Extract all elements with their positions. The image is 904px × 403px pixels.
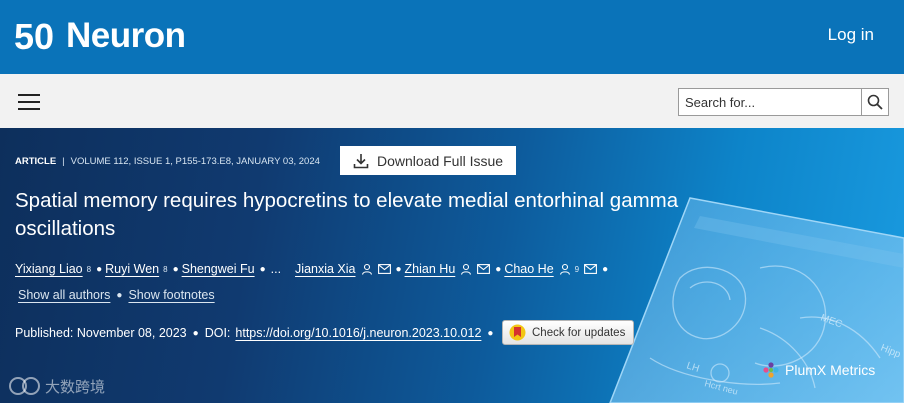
nav-bar <box>0 74 904 128</box>
author-link[interactable]: Zhian Hu <box>405 262 456 276</box>
doi-link[interactable]: https://doi.org/10.1016/j.neuron.2023.10… <box>235 326 481 340</box>
doi-label: DOI: <box>204 326 231 340</box>
logo-text: Neuron <box>66 16 186 55</box>
email-icon[interactable] <box>584 264 598 274</box>
author-separator: ● <box>172 263 179 275</box>
author-separator: ● <box>259 263 266 275</box>
author-separator: ● <box>96 263 103 275</box>
plumx-metrics-link[interactable]: PlumX Metrics <box>763 360 875 380</box>
search-box <box>678 88 889 116</box>
download-icon <box>353 153 369 168</box>
person-icon[interactable] <box>559 263 571 275</box>
check-for-updates-button[interactable]: Check for updates <box>502 320 634 345</box>
article-meta: ARTICLE | VOLUME 112, ISSUE 1, P155-173.… <box>15 147 320 175</box>
published-date: Published: November 08, 2023 <box>15 326 187 340</box>
publication-info: Published: November 08, 2023 ● DOI: http… <box>15 323 499 343</box>
download-full-issue-button[interactable]: Download Full Issue <box>340 146 516 175</box>
download-label: Download Full Issue <box>376 152 504 169</box>
show-all-authors-link[interactable]: Show all authors <box>18 288 110 302</box>
plumx-icon <box>763 362 779 378</box>
crossmark-icon <box>509 324 526 341</box>
email-icon[interactable] <box>477 264 491 274</box>
menu-icon[interactable] <box>18 94 40 110</box>
authors-ellipsis: ... <box>270 262 282 276</box>
author-link[interactable]: Shengwei Fu <box>182 262 255 276</box>
neuron-logo[interactable]: 50 Neuron <box>14 16 186 56</box>
author-link[interactable]: Chao He <box>504 262 553 276</box>
search-input[interactable] <box>679 89 861 115</box>
author-link[interactable]: Jianxia Xia <box>295 262 355 276</box>
search-icon <box>867 94 883 110</box>
plumx-label: PlumX Metrics <box>785 362 876 378</box>
watermark-logo-icon <box>9 377 40 395</box>
article-type: ARTICLE <box>15 155 57 167</box>
check-updates-label: Check for updates <box>532 326 626 339</box>
citation-text: VOLUME 112, ISSUE 1, P155-173.E8, JANUAR… <box>70 155 320 167</box>
login-link[interactable]: Log in <box>828 25 874 45</box>
person-icon[interactable] <box>361 263 373 275</box>
author-list: Yixiang Liao 8 ● Ruyi Wen 8 ● Shengwei F… <box>15 259 611 279</box>
article-title: Spatial memory requires hypocretins to e… <box>15 189 679 240</box>
author-separator: ● <box>602 263 609 275</box>
author-toggles: Show all authors ● Show footnotes <box>18 286 215 304</box>
search-button[interactable] <box>861 89 888 115</box>
article-hero: MEC LH Hipp Hcrt neu ARTICLE | VOLUME 11… <box>0 128 904 403</box>
pub-separator: ● <box>192 327 199 339</box>
50-logo-icon: 50 <box>14 16 54 56</box>
author-link[interactable]: Ruyi Wen <box>105 262 159 276</box>
author-separator: ● <box>395 263 402 275</box>
author-footnote[interactable]: 8 <box>87 265 91 274</box>
person-icon[interactable] <box>460 263 472 275</box>
pub-separator: ● <box>487 327 494 339</box>
author-link[interactable]: Yixiang Liao <box>15 262 83 276</box>
meta-separator: | <box>62 155 65 167</box>
watermark: 大数跨境 <box>6 374 105 398</box>
email-icon[interactable] <box>377 264 391 274</box>
author-footnote[interactable]: 8 <box>163 265 167 274</box>
show-footnotes-link[interactable]: Show footnotes <box>128 288 214 302</box>
logo-number: 50 <box>14 16 54 56</box>
link-separator: ● <box>116 289 123 301</box>
author-separator: ● <box>495 263 502 275</box>
author-footnote[interactable]: 9 <box>575 265 579 274</box>
watermark-text: 大数跨境 <box>45 377 106 396</box>
site-header: 50 Neuron Log in <box>0 0 904 74</box>
